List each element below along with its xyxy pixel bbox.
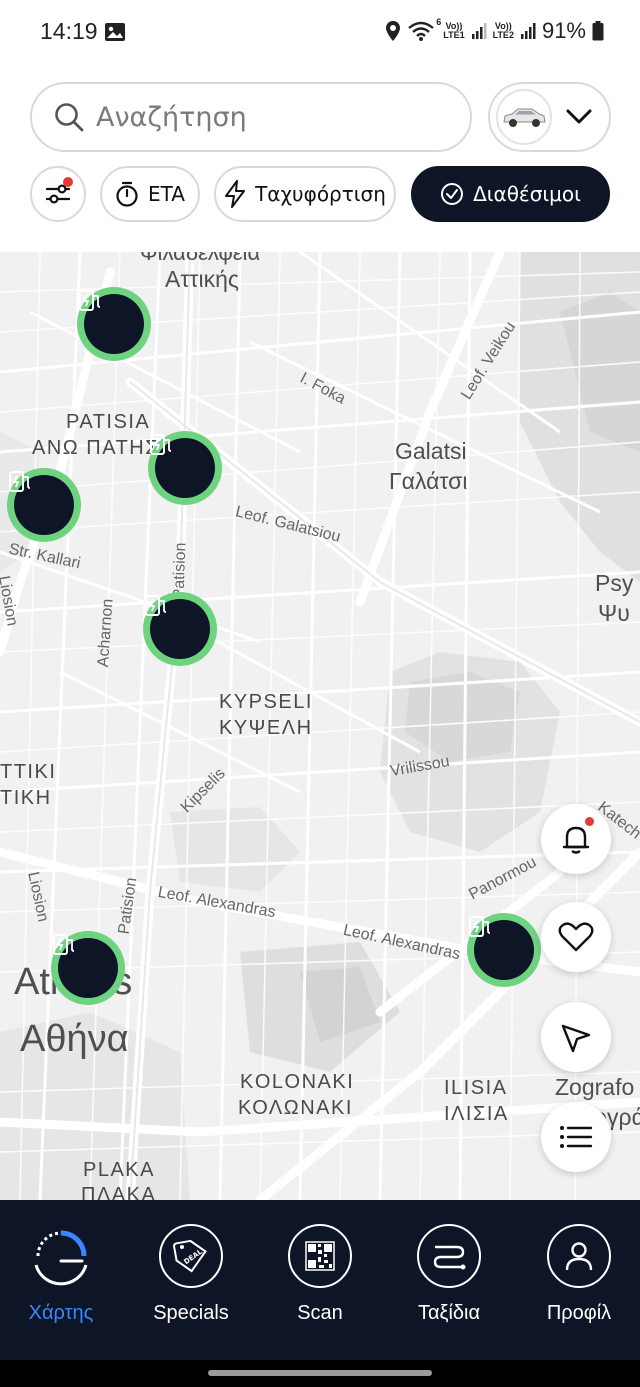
- map-label-plaka-gr: ΠΛΑΚΑ: [81, 1184, 157, 1200]
- battery-percent: 91%: [541, 18, 586, 43]
- nav-label-map: Χάρτης: [28, 1302, 94, 1324]
- car-icon: [503, 108, 546, 127]
- map-label-kypseli-en: KYPSELI: [219, 691, 313, 713]
- vehicle-selector[interactable]: [488, 82, 611, 152]
- search-bar[interactable]: [30, 82, 472, 152]
- filter-chips: ETA Ταχυφόρτιση Διαθέσιμοι: [30, 166, 630, 222]
- charger-pin[interactable]: [148, 431, 222, 505]
- nav-item-profile[interactable]: Προφίλ: [515, 1224, 640, 1325]
- charger-pin[interactable]: [7, 468, 81, 542]
- status-icons: 6 Vo)) LTE1 Vo)) LTE2 91%: [385, 18, 604, 44]
- gesture-area: [0, 1360, 640, 1387]
- bell-icon: [562, 826, 590, 854]
- nav-icon-container: [288, 1224, 352, 1288]
- route-icon: [433, 1245, 466, 1270]
- nav-item-scan[interactable]: Scan: [256, 1224, 384, 1325]
- nav-label-scan: Scan: [297, 1302, 343, 1324]
- nav-label-specials: Specials: [153, 1302, 229, 1324]
- map-label-attiki-gr: ΤΙΚΗ: [0, 787, 52, 809]
- battery-icon: [592, 21, 604, 41]
- stopwatch-icon: [116, 181, 138, 207]
- gallery-notification-icon: [105, 23, 125, 41]
- nav-item-specials[interactable]: DEAL Specials: [127, 1224, 255, 1325]
- charger-pin[interactable]: [77, 287, 151, 361]
- wifi-icon: 6: [407, 18, 441, 42]
- nav-icon-container: DEAL: [159, 1224, 223, 1288]
- signal-icon: [471, 23, 487, 39]
- notification-dot: [63, 177, 73, 187]
- favorites-button[interactable]: [541, 902, 611, 972]
- charging-station-icon: [53, 934, 75, 955]
- nav-item-trips[interactable]: Ταξίδια: [385, 1224, 513, 1325]
- wifi-badge: 6: [436, 17, 442, 27]
- search-input[interactable]: [96, 101, 426, 133]
- nav-label-profile: Προφίλ: [546, 1302, 612, 1324]
- map-label-psychiko-en: Psy: [595, 570, 634, 596]
- list-icon: [560, 1126, 593, 1148]
- charger-pin[interactable]: [467, 913, 541, 987]
- bottom-navigation: Χάρτης DEAL Specials Scan Ταξίδια Προφίλ: [0, 1200, 640, 1360]
- map-label-ilisia-en: ILISIA: [444, 1077, 508, 1099]
- charger-pin[interactable]: [143, 592, 217, 666]
- sim2-indicator: Vo)) LTE2: [493, 22, 514, 40]
- notifications-button[interactable]: [541, 804, 611, 874]
- charging-station-icon: [9, 471, 31, 492]
- lightning-icon: [225, 180, 246, 208]
- signal-icon: [520, 23, 536, 39]
- nav-icon-container: [417, 1224, 481, 1288]
- map-label-psychiko-gr: Ψυ: [598, 600, 630, 626]
- map-label-galatsi-gr: Γαλάτσι: [389, 468, 468, 494]
- map-label-attikis: Αττικής: [165, 266, 239, 292]
- map-label-ilisia-gr: ΙΛΙΣΙΑ: [444, 1103, 509, 1125]
- list-view-button[interactable]: [541, 1102, 611, 1172]
- home-gesture-bar[interactable]: [208, 1370, 432, 1376]
- my-location-button[interactable]: [541, 1002, 611, 1072]
- deal-tag-icon: DEAL: [173, 1239, 207, 1273]
- nav-item-map[interactable]: Χάρτης: [0, 1224, 125, 1325]
- filter-fast-charge-label: Ταχυφόρτιση: [255, 182, 386, 206]
- check-circle-icon: [441, 183, 464, 205]
- map-label-zografou-en: Zografo: [555, 1074, 635, 1100]
- map-label-athens-gr: Αθήνα: [20, 1018, 129, 1060]
- charging-station-icon: [469, 916, 491, 937]
- filter-fast-charge-chip[interactable]: Ταχυφόρτιση: [214, 166, 396, 222]
- sim1-indicator: Vo)) LTE1: [443, 22, 464, 40]
- status-time: 14:19: [40, 18, 98, 44]
- status-bar: 14:19 6 Vo)) LTE1 Vo)) LTE2 91%: [0, 0, 640, 68]
- filter-available-label: Διαθέσιμοι: [473, 182, 581, 206]
- sim1-label: LTE1: [443, 30, 465, 40]
- map-label-plaka-en: PLAKA: [83, 1159, 155, 1181]
- filter-available-chip[interactable]: Διαθέσιμοι: [411, 166, 610, 222]
- map-label-attiki-en: TTIKI: [0, 761, 57, 783]
- map-label-kolonaki-en: KOLONAKI: [240, 1071, 355, 1093]
- charging-station-icon: [145, 595, 167, 616]
- navigation-arrow-icon: [561, 1024, 591, 1053]
- notification-dot: [585, 817, 594, 826]
- filter-eta-chip[interactable]: ETA: [100, 166, 200, 222]
- map-gauge-icon: [29, 1224, 93, 1288]
- location-icon: [386, 21, 401, 41]
- nav-icon-container: [547, 1224, 611, 1288]
- map-label-kypseli-gr: ΚΥΨΕΛΗ: [219, 717, 313, 739]
- heart-icon: [558, 922, 594, 952]
- map-view[interactable]: Φιλαδέλφεια Αττικής PATISIA ΑΝΩ ΠΑΤΗΣΙΑ …: [0, 252, 640, 1200]
- charging-station-icon: [150, 434, 172, 455]
- chevron-down-icon: [566, 109, 592, 124]
- charger-pin[interactable]: [51, 931, 125, 1005]
- map-label-galatsi-en: Galatsi: [395, 438, 467, 464]
- charging-station-icon: [79, 290, 101, 311]
- nav-label-trips: Ταξίδια: [417, 1302, 481, 1324]
- filter-settings-button[interactable]: [30, 166, 86, 222]
- sim2-label: LTE2: [492, 30, 514, 40]
- map-label-patisia: PATISIA: [66, 411, 151, 433]
- search-icon: [55, 103, 84, 132]
- qr-code-icon: [305, 1241, 335, 1271]
- user-icon: [565, 1242, 593, 1271]
- filter-eta-label: ETA: [148, 182, 185, 206]
- vehicle-avatar: [496, 89, 552, 145]
- map-label-kolonaki-gr: ΚΟΛΩΝΑΚΙ: [238, 1097, 353, 1119]
